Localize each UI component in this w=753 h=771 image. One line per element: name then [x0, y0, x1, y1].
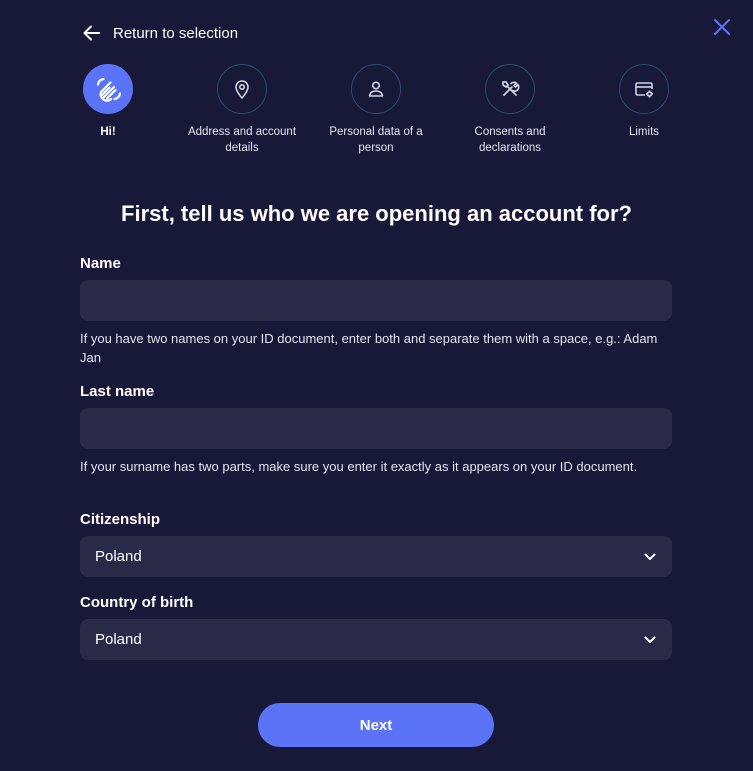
next-button[interactable]: Next: [258, 703, 494, 747]
step-label: Personal data of a person: [329, 126, 423, 154]
step-label: Hi!: [100, 126, 116, 138]
step-limits: Limits: [584, 64, 704, 140]
location-pin-icon: [235, 80, 249, 99]
step-hi-circle: [83, 64, 133, 114]
tools-icon: [502, 81, 520, 96]
step-address-circle: [217, 64, 267, 114]
close-icon[interactable]: [711, 16, 733, 38]
last-name-label: Last name: [80, 383, 155, 400]
country-of-birth-value: Poland: [95, 631, 142, 648]
last-name-input[interactable]: [80, 408, 672, 449]
name-input[interactable]: [80, 280, 672, 321]
page-title: First, tell us who we are opening an acc…: [121, 201, 632, 226]
country-of-birth-select[interactable]: Poland: [80, 619, 672, 660]
citizenship-label: Citizenship: [80, 511, 161, 528]
last-name-hint: If your surname has two parts, make sure…: [80, 459, 638, 474]
citizenship-select[interactable]: Poland: [80, 536, 672, 577]
step-consents-and-declarations: Consents and declarations: [450, 64, 570, 156]
step-label: Consents and declarations: [474, 126, 546, 154]
waving-hand-icon: [96, 77, 122, 102]
step-personal-data: Personal data of a person: [316, 64, 436, 156]
step-hi: Hi!: [48, 64, 168, 140]
arrow-left-icon: [83, 25, 100, 41]
country-of-birth-label: Country of birth: [80, 594, 194, 611]
chevron-down-icon: [644, 553, 656, 560]
return-to-selection-label: Return to selection: [113, 24, 239, 42]
step-label: Address and account details: [187, 126, 297, 154]
step-consents-circle: [485, 64, 535, 114]
name-hint: If you have two names on your ID documen…: [80, 331, 658, 365]
step-personal-circle: [351, 64, 401, 114]
chevron-down-icon: [644, 636, 656, 643]
step-limits-circle: [619, 64, 669, 114]
step-label: Limits: [628, 126, 660, 138]
step-address-and-account-details: Address and account details: [182, 64, 302, 156]
progress-steps: Hi! Address and account details Personal…: [0, 64, 753, 174]
citizenship-value: Poland: [95, 548, 142, 565]
person-icon: [368, 81, 384, 97]
return-to-selection-link[interactable]: Return to selection: [82, 21, 238, 45]
card-settings-icon: [635, 82, 653, 98]
name-label: Name: [80, 255, 121, 272]
